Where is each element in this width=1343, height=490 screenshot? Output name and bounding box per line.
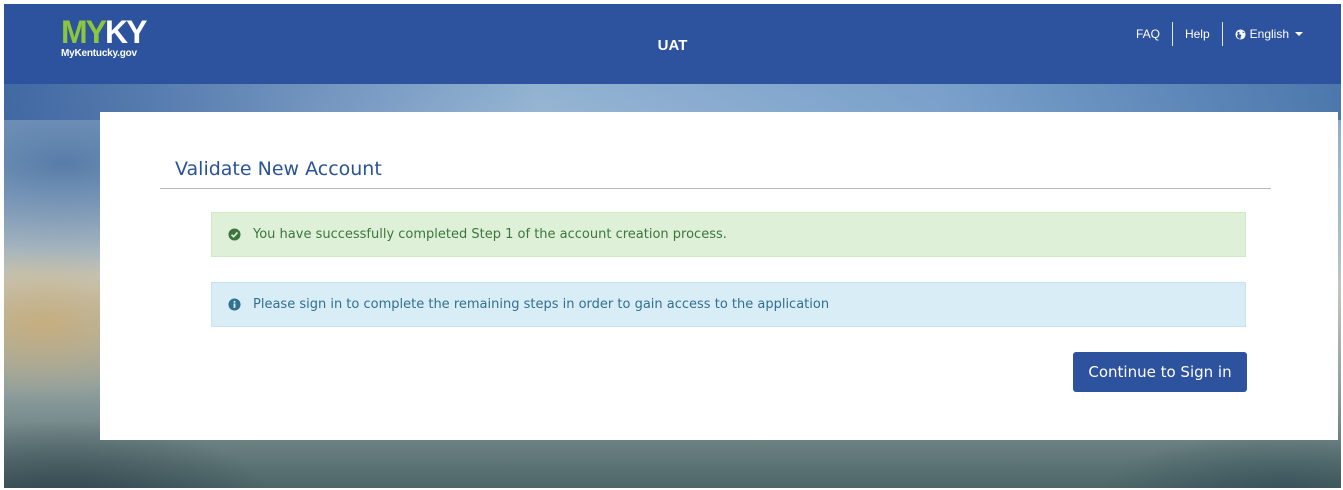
page-title: Validate New Account: [175, 158, 382, 180]
caret-down-icon: [1295, 32, 1303, 36]
title-divider: [160, 188, 1271, 189]
continue-to-sign-in-button[interactable]: Continue to Sign in: [1073, 352, 1247, 392]
top-navigation: FAQ Help English: [1136, 21, 1303, 47]
info-alert: Please sign in to complete the remaining…: [211, 282, 1246, 327]
check-circle-icon: [228, 228, 241, 241]
nav-divider: [1171, 22, 1173, 46]
faq-link[interactable]: FAQ: [1136, 27, 1160, 41]
info-circle-icon: [228, 298, 241, 311]
success-alert: You have successfully completed Step 1 o…: [211, 212, 1246, 257]
language-dropdown[interactable]: English: [1235, 27, 1303, 41]
globe-icon: [1235, 28, 1246, 40]
help-link[interactable]: Help: [1185, 27, 1210, 41]
info-alert-text: Please sign in to complete the remaining…: [253, 297, 830, 312]
nav-divider: [1221, 22, 1223, 46]
top-header-bar: MYKY MyKentucky.gov UAT FAQ Help English: [4, 4, 1341, 84]
language-label: English: [1249, 27, 1289, 41]
validate-account-card: Validate New Account You have successful…: [100, 112, 1338, 440]
success-alert-text: You have successfully completed Step 1 o…: [253, 227, 727, 242]
page: MYKY MyKentucky.gov UAT FAQ Help English…: [4, 4, 1341, 488]
